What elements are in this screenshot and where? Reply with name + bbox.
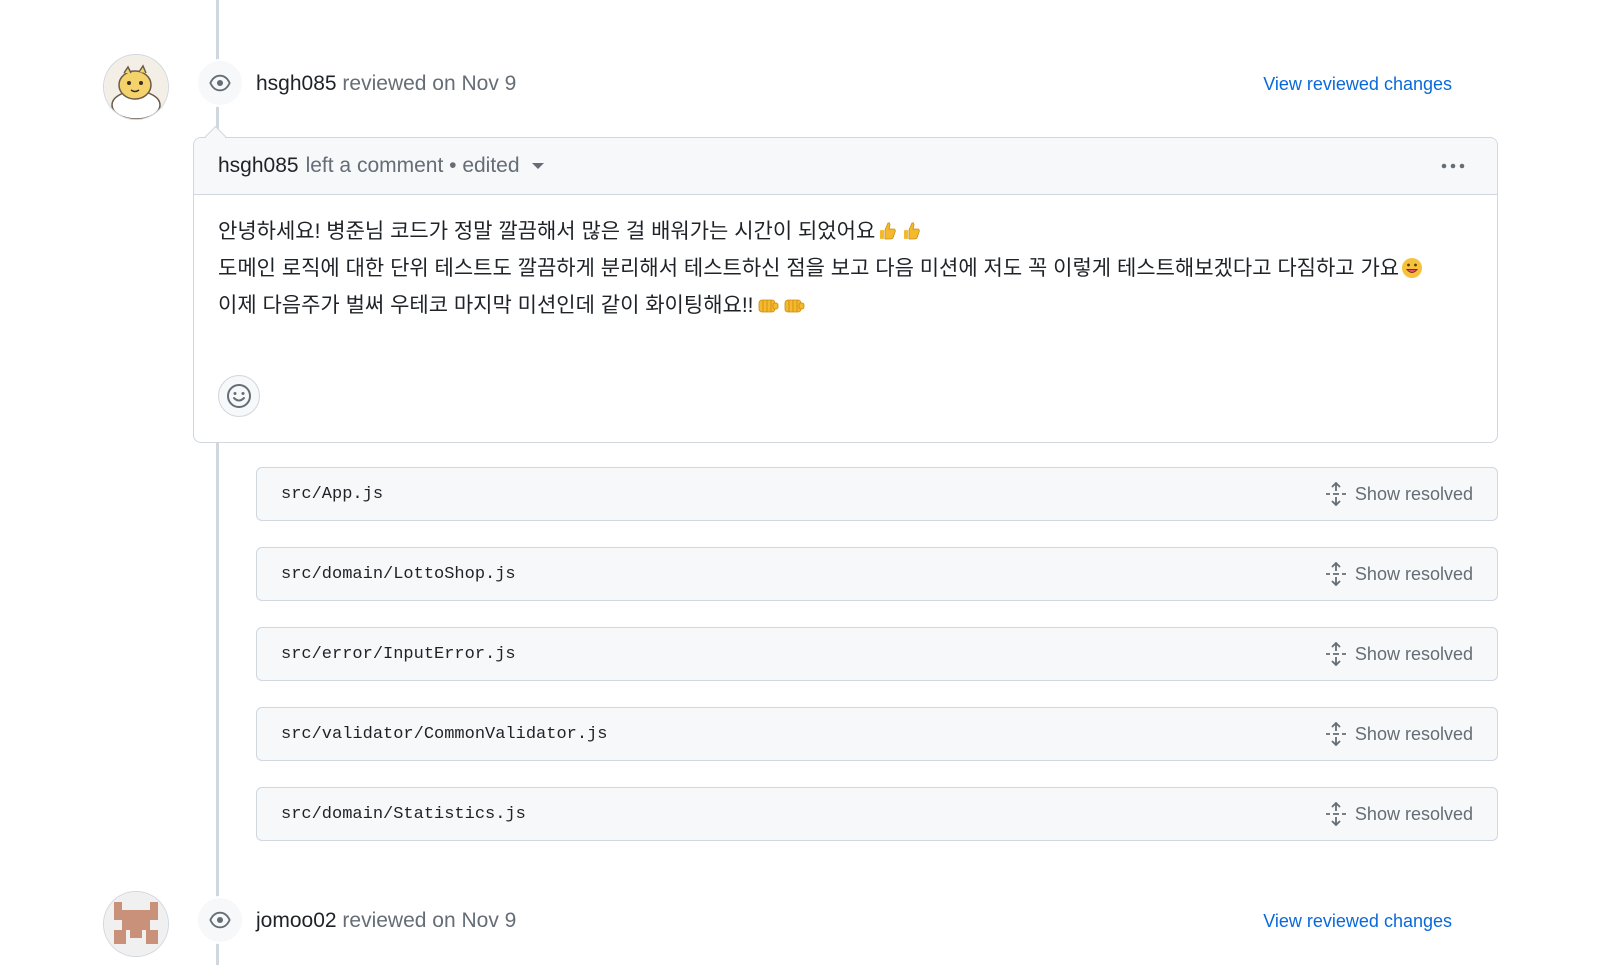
- resolved-thread-row[interactable]: src/error/InputError.js Show resolved: [256, 627, 1498, 681]
- fist-bump-emoji: [756, 293, 780, 326]
- comment-meta[interactable]: left a comment • edited: [306, 154, 520, 178]
- show-resolved-button[interactable]: Show resolved: [1325, 562, 1473, 586]
- kebab-icon[interactable]: [1439, 152, 1467, 186]
- resolved-thread-row[interactable]: src/domain/LottoShop.js Show resolved: [256, 547, 1498, 601]
- avatar[interactable]: [104, 892, 168, 956]
- caret-down-icon[interactable]: [531, 163, 544, 169]
- smiley-icon: [227, 384, 251, 408]
- review-author-link[interactable]: jomoo02: [256, 909, 337, 932]
- review-action-text: reviewed on Nov 9: [342, 909, 517, 932]
- grinning-emoji: [1401, 256, 1423, 289]
- show-resolved-button[interactable]: Show resolved: [1325, 642, 1473, 666]
- resolved-thread-row[interactable]: src/domain/Statistics.js Show resolved: [256, 787, 1498, 841]
- unfold-icon: [1325, 482, 1346, 506]
- avatar[interactable]: [104, 55, 168, 119]
- comment-header: hsgh085 left a comment • edited: [194, 138, 1497, 195]
- comment-line: 안녕하세요! 병준님 코드가 정말 깔끔해서 많은 걸 배워가는 시간이 되었어…: [218, 215, 1473, 252]
- unfold-icon: [1325, 562, 1346, 586]
- resolved-thread-row[interactable]: src/App.js Show resolved: [256, 467, 1498, 521]
- unfold-icon: [1325, 802, 1346, 826]
- review-badge: [196, 59, 244, 107]
- thumbs-up-emoji: [901, 219, 923, 252]
- comment-line: 이제 다음주가 벌써 우테코 마지막 미션인데 같이 화이팅해요!!: [218, 289, 1473, 326]
- review-header: hsgh085 reviewed on Nov 9: [256, 72, 516, 96]
- show-resolved-button[interactable]: Show resolved: [1325, 482, 1473, 506]
- view-reviewed-changes-link[interactable]: View reviewed changes: [1263, 74, 1452, 95]
- file-path[interactable]: src/error/InputError.js: [281, 645, 516, 664]
- comment-author-link[interactable]: hsgh085: [218, 154, 299, 178]
- fist-bump-emoji: [782, 293, 806, 326]
- file-path[interactable]: src/domain/LottoShop.js: [281, 565, 516, 584]
- file-path[interactable]: src/App.js: [281, 485, 383, 504]
- unfold-icon: [1325, 722, 1346, 746]
- show-resolved-button[interactable]: Show resolved: [1325, 802, 1473, 826]
- comment-body: 안녕하세요! 병준님 코드가 정말 깔끔해서 많은 걸 배워가는 시간이 되었어…: [194, 195, 1497, 326]
- review-header: jomoo02 reviewed on Nov 9: [256, 909, 516, 933]
- eye-icon: [209, 911, 231, 929]
- show-resolved-button[interactable]: Show resolved: [1325, 722, 1473, 746]
- file-path[interactable]: src/validator/CommonValidator.js: [281, 725, 607, 744]
- add-reaction-button[interactable]: [218, 375, 260, 417]
- review-badge: [196, 896, 244, 944]
- view-reviewed-changes-link[interactable]: View reviewed changes: [1263, 911, 1452, 932]
- eye-icon: [209, 74, 231, 92]
- review-author-link[interactable]: hsgh085: [256, 72, 337, 95]
- comment-line: 도메인 로직에 대한 단위 테스트도 깔끔하게 분리해서 테스트하신 점을 보고…: [218, 252, 1473, 289]
- file-path[interactable]: src/domain/Statistics.js: [281, 805, 526, 824]
- unfold-icon: [1325, 642, 1346, 666]
- thumbs-up-emoji: [877, 219, 899, 252]
- review-comment: hsgh085 left a comment • edited 안녕하세요! 병…: [193, 137, 1498, 443]
- resolved-thread-row[interactable]: src/validator/CommonValidator.js Show re…: [256, 707, 1498, 761]
- review-action-text: reviewed on Nov 9: [342, 72, 517, 95]
